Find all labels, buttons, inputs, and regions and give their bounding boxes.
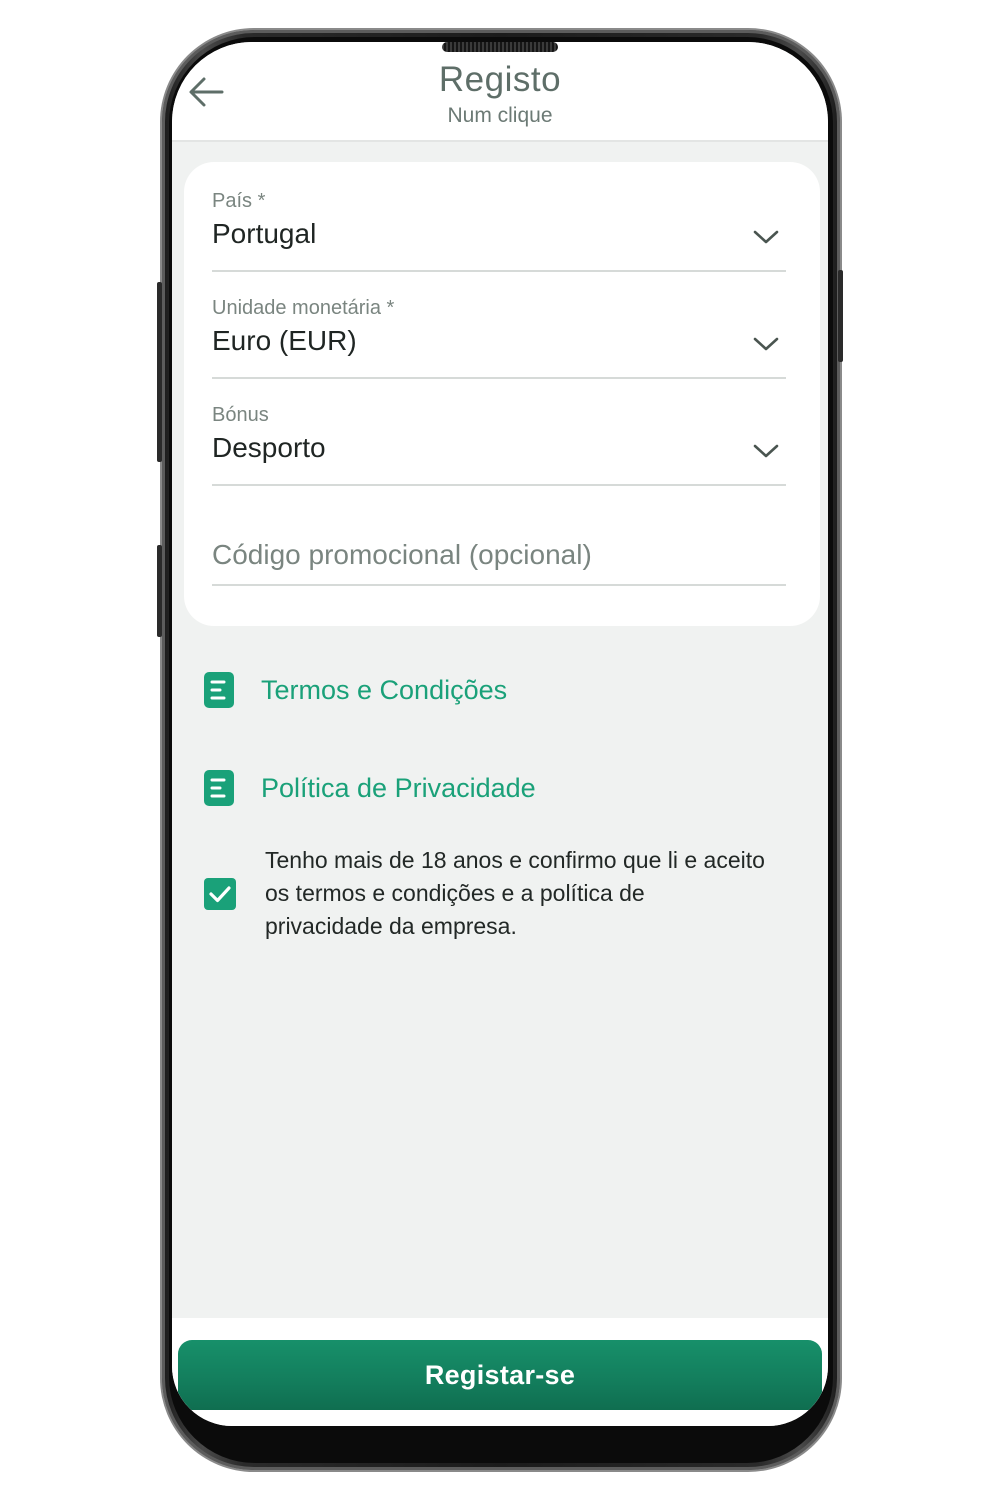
currency-value: Euro (EUR) — [212, 325, 357, 356]
country-select[interactable]: País * Portugal — [212, 190, 786, 272]
registration-form-card: País * Portugal Unidade monetária * Euro… — [184, 162, 820, 626]
age-consent: Tenho mais de 18 anos e confirmo que li … — [204, 844, 784, 954]
terms-link[interactable]: Termos e Condições — [204, 670, 507, 710]
side-button — [157, 545, 162, 637]
volume-button — [157, 282, 162, 462]
register-button[interactable]: Registar-se — [178, 1340, 822, 1410]
app-header: Registo Num clique — [172, 42, 828, 142]
terms-link-label: Termos e Condições — [261, 674, 508, 705]
document-icon — [204, 770, 234, 806]
chevron-down-icon — [753, 230, 779, 244]
consent-text: Tenho mais de 18 anos e confirmo que li … — [265, 847, 765, 939]
app-screen: Registo Num clique País * Portugal Unida… — [172, 42, 828, 1426]
currency-label: Unidade monetária * — [212, 297, 395, 319]
chevron-down-icon — [753, 444, 779, 458]
privacy-link[interactable]: Política de Privacidade — [204, 768, 536, 808]
promo-code-input[interactable] — [212, 532, 786, 578]
bonus-value: Desporto — [212, 432, 326, 463]
country-label: País * — [212, 190, 266, 212]
bonus-select[interactable]: Bónus Desporto — [212, 404, 786, 486]
bonus-label: Bónus — [212, 404, 269, 426]
currency-select[interactable]: Unidade monetária * Euro (EUR) — [212, 297, 786, 379]
page-title: Registo — [438, 60, 562, 99]
page-subtitle: Num clique — [447, 104, 553, 127]
checkmark-icon — [209, 886, 231, 903]
country-value: Portugal — [212, 218, 317, 249]
earpiece-speaker — [442, 42, 558, 52]
promo-code-field — [212, 532, 786, 586]
document-icon — [204, 672, 234, 708]
privacy-link-label: Política de Privacidade — [261, 772, 536, 803]
power-button — [838, 270, 843, 362]
consent-checkbox[interactable] — [204, 878, 236, 910]
chevron-down-icon — [753, 337, 779, 351]
